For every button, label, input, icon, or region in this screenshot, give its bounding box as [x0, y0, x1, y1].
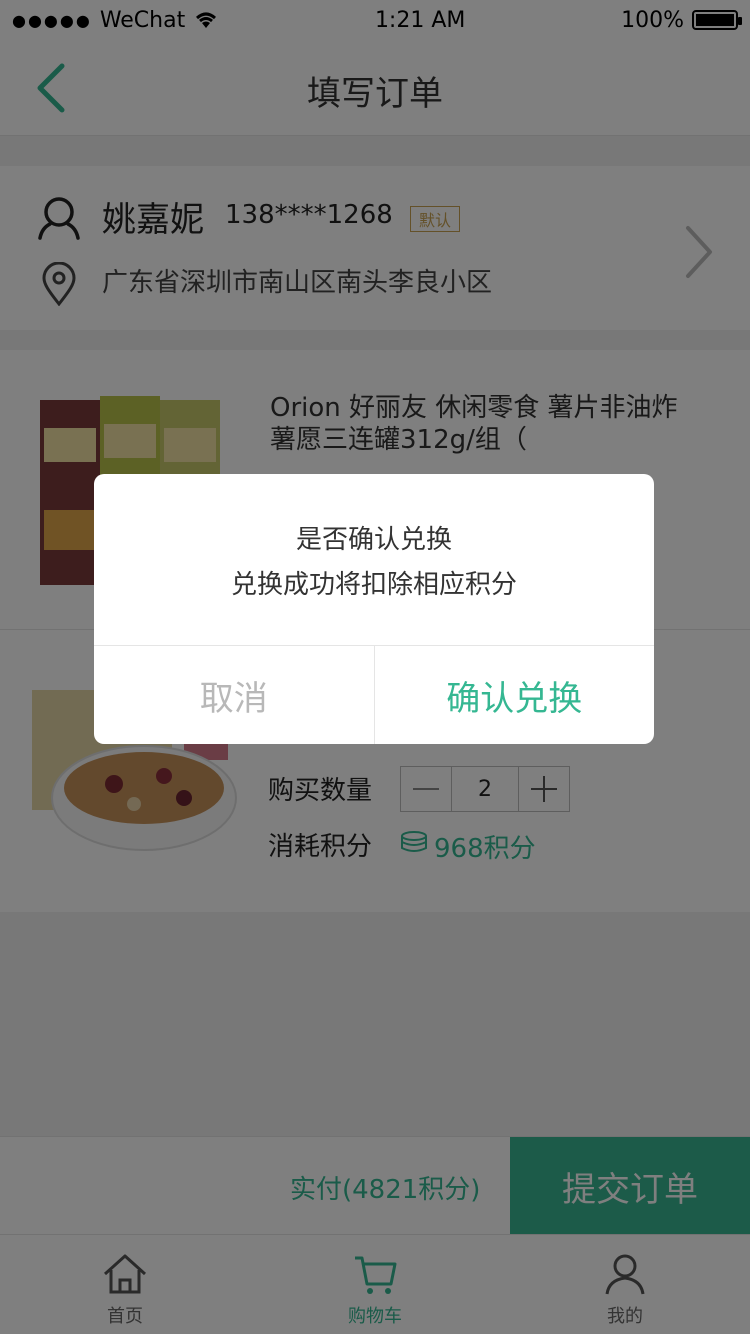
dialog-actions: 取消 确认兑换	[94, 646, 654, 744]
dialog-message: 是否确认兑换 兑换成功将扣除相应积分	[94, 474, 654, 646]
confirm-exchange-button[interactable]: 确认兑换	[375, 646, 655, 744]
dialog-subtitle: 兑换成功将扣除相应积分	[230, 569, 517, 600]
dialog-title: 是否确认兑换	[295, 524, 452, 555]
cancel-button[interactable]: 取消	[94, 646, 375, 744]
confirm-dialog: 是否确认兑换 兑换成功将扣除相应积分 取消 确认兑换	[94, 474, 654, 744]
